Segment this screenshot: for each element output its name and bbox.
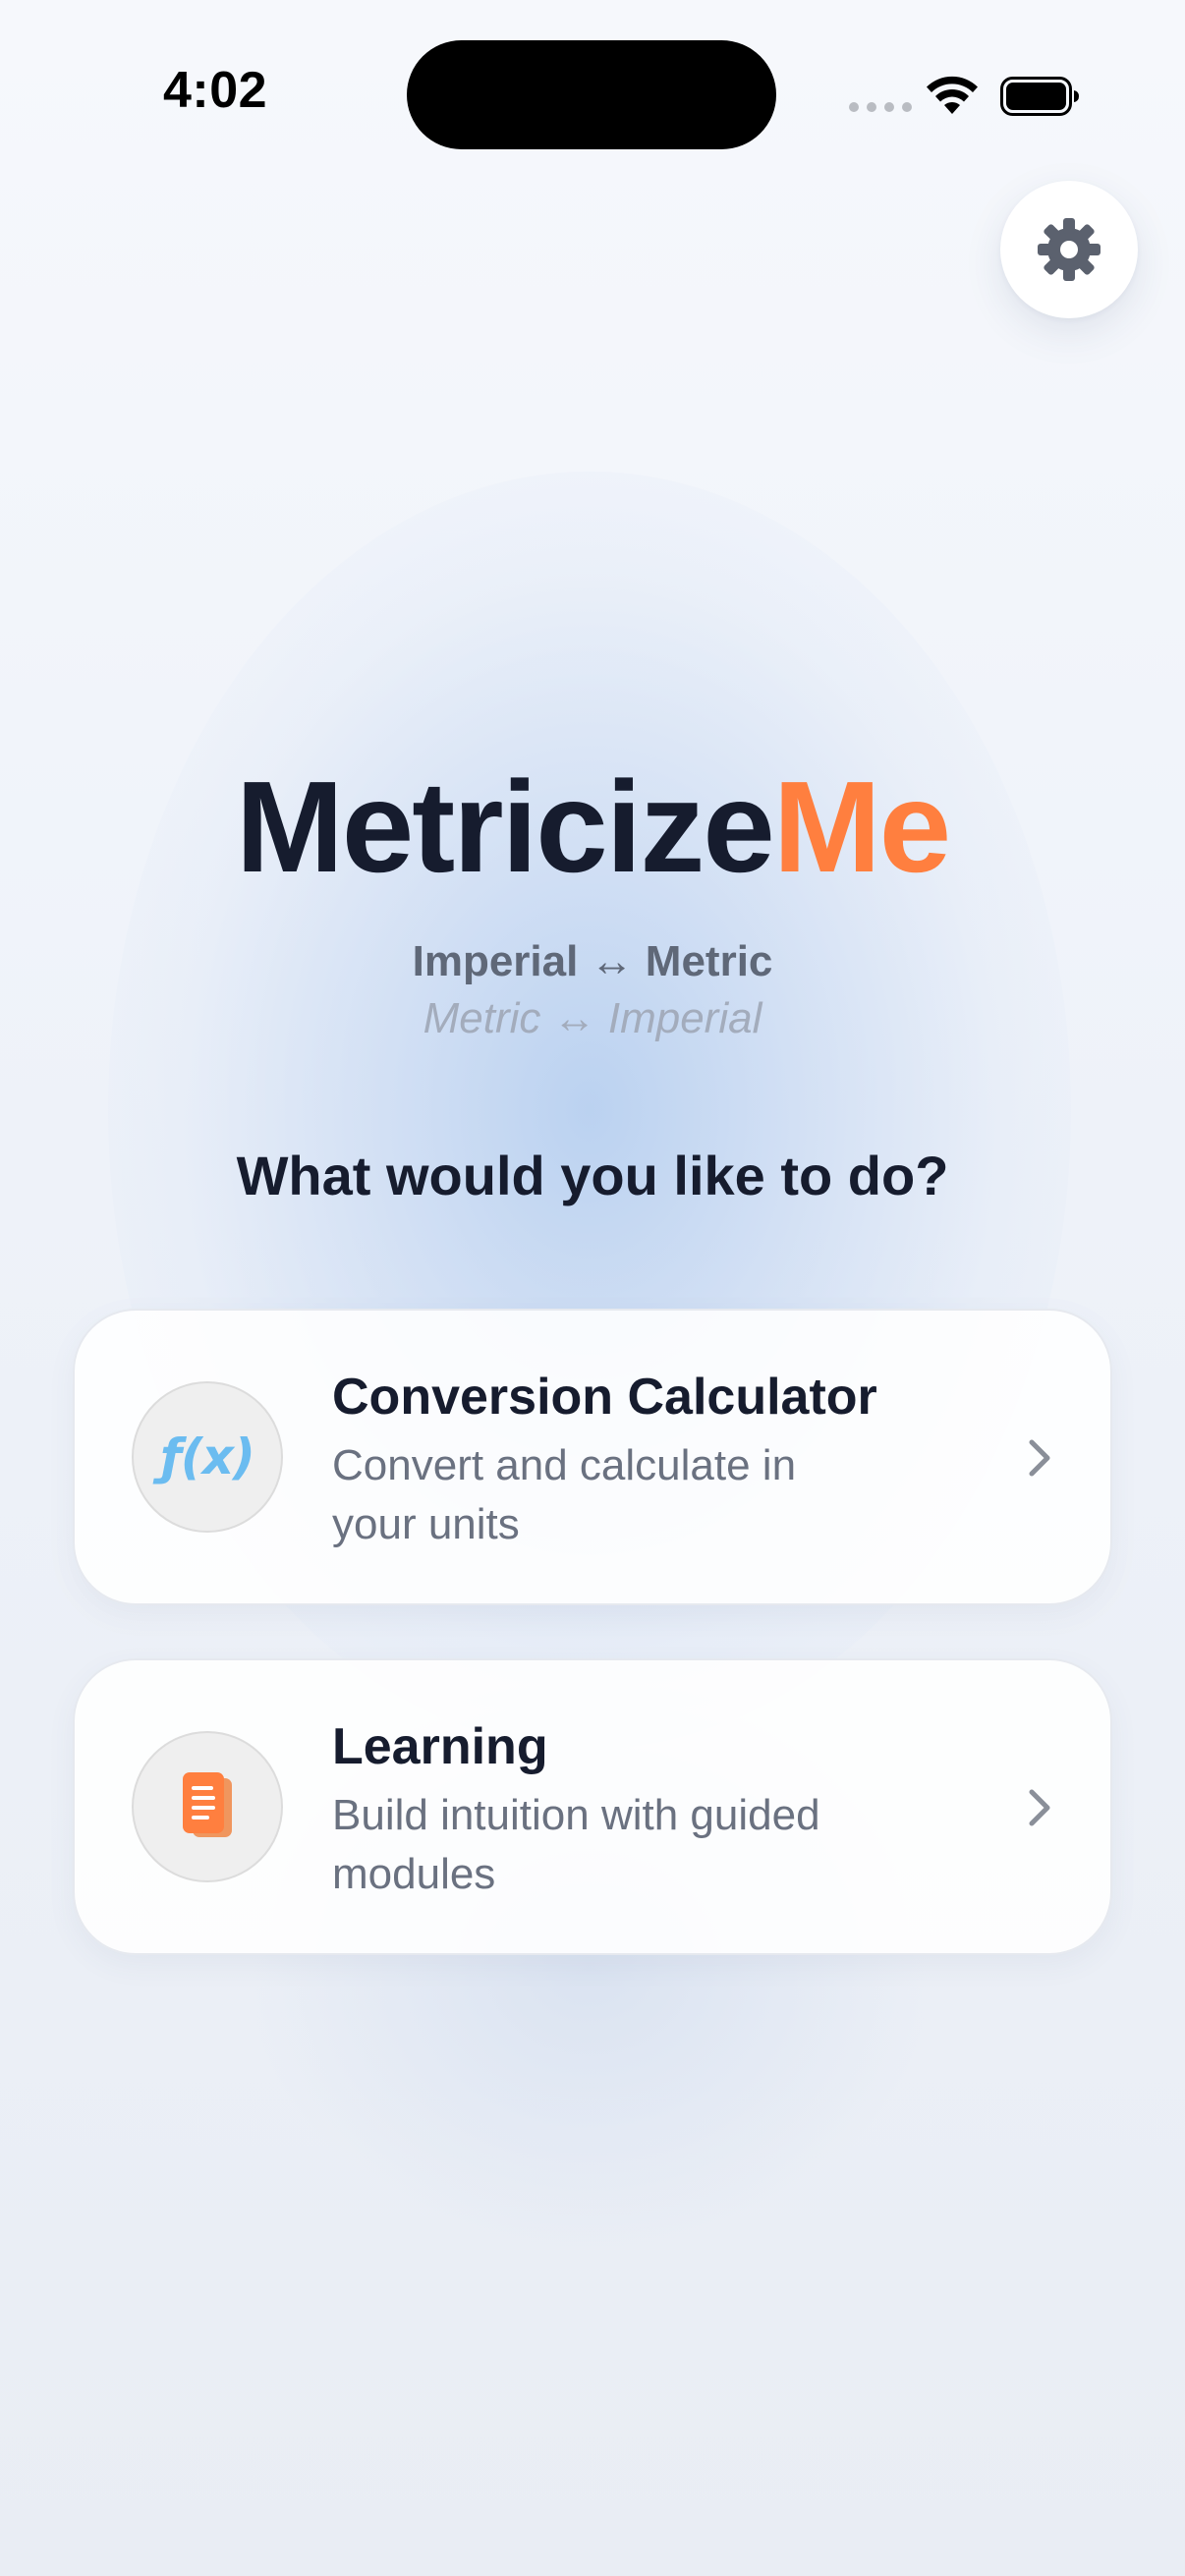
function-icon: ƒ(x) (160, 1428, 255, 1485)
app-title-main: Metricize (235, 755, 775, 899)
settings-button[interactable] (1000, 181, 1138, 318)
card-description: Convert and calculate in your units (332, 1441, 797, 1548)
card-icon-badge: ƒ(x) (132, 1381, 283, 1533)
dynamic-island (407, 40, 776, 149)
book-icon (183, 1772, 232, 1837)
prompt-heading: What would you like to do? (236, 1145, 949, 1206)
subtitle-secondary: Metric ↔ Imperial (423, 994, 762, 1042)
chevron-right-icon (1029, 1439, 1050, 1477)
chevron-right-icon (1029, 1789, 1050, 1826)
app-title: MetricizeMe (0, 749, 1185, 906)
card-title: Learning (332, 1718, 548, 1775)
card-icon-badge (132, 1731, 283, 1882)
status-time: 4:02 (163, 62, 268, 119)
conversion-calculator-card[interactable]: ƒ(x) Conversion Calculator Convert and c… (73, 1309, 1112, 1605)
card-description: Build intuition with guided modules (332, 1791, 820, 1898)
cellular-signal-icon (849, 102, 912, 112)
wifi-icon (927, 76, 978, 114)
learning-card[interactable]: Learning Build intuition with guided mod… (73, 1658, 1112, 1955)
subtitle-primary: Imperial ↔ Metric (412, 937, 773, 985)
gear-icon (1038, 218, 1100, 281)
app-title-accent: Me (772, 755, 951, 899)
battery-icon (1000, 77, 1079, 116)
card-title: Conversion Calculator (332, 1369, 877, 1426)
